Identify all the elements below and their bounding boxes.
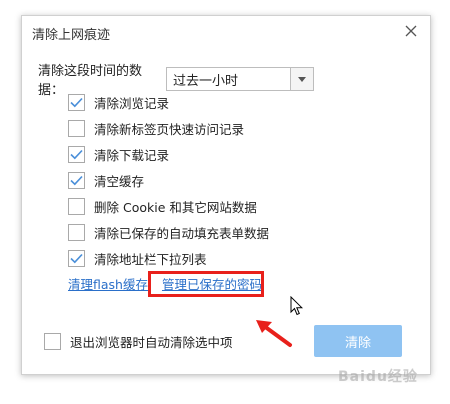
checkmark-icon (70, 97, 83, 107)
highlight-box (148, 271, 264, 297)
time-range-value: 过去一小时 (173, 73, 239, 89)
option-download-history[interactable]: 清除下载记录 (68, 144, 169, 164)
option-label: 清除地址栏下拉列表 (94, 251, 207, 267)
watermark: Baidu经验 (338, 369, 418, 385)
checkbox[interactable] (68, 119, 85, 137)
option-label: 清除下载记录 (94, 147, 170, 163)
option-cookies[interactable]: 删除 Cookie 和其它网站数据 (68, 196, 257, 216)
checkbox[interactable] (68, 171, 85, 189)
dialog-title: 清除上网痕迹 (32, 28, 111, 43)
chevron-down-icon (298, 76, 306, 82)
option-label: 删除 Cookie 和其它网站数据 (94, 199, 257, 215)
option-label: 清除已保存的自动填充表单数据 (94, 225, 270, 241)
option-clear-cache[interactable]: 清空缓存 (68, 170, 144, 190)
red-arrow-icon (256, 320, 292, 347)
checkbox[interactable] (68, 249, 85, 267)
option-new-tab-history[interactable]: 清除新标签页快速访问记录 (68, 118, 244, 138)
close-icon (405, 25, 417, 37)
auto-clear-label: 退出浏览器时自动清除选中项 (70, 335, 233, 350)
close-button[interactable] (400, 20, 422, 42)
clear-history-dialog: 清除上网痕迹 清除这段时间的数据： 过去一小时 清除浏览记录 清除新标签页快速访… (21, 15, 431, 375)
checkbox[interactable] (68, 197, 85, 215)
time-range-select[interactable]: 过去一小时 (166, 67, 314, 91)
dropdown-arrow[interactable] (290, 68, 313, 90)
checkmark-icon (70, 253, 83, 263)
option-label: 清空缓存 (94, 173, 145, 189)
option-address-bar[interactable]: 清除地址栏下拉列表 (68, 248, 207, 268)
clear-button[interactable]: 清除 (314, 325, 402, 357)
option-browsing-history[interactable]: 清除浏览记录 (68, 92, 169, 112)
checkbox[interactable] (68, 223, 85, 241)
auto-clear-option[interactable]: 退出浏览器时自动清除选中项 (44, 332, 233, 351)
checkmark-icon (70, 149, 83, 159)
checkbox[interactable] (44, 333, 61, 350)
checkmark-icon (70, 175, 83, 185)
clear-flash-link[interactable]: 清理flash缓存 (68, 274, 148, 293)
checkbox[interactable] (68, 145, 85, 163)
option-autofill[interactable]: 清除已保存的自动填充表单数据 (68, 222, 269, 242)
mouse-cursor-icon (290, 296, 304, 316)
option-label: 清除新标签页快速访问记录 (94, 121, 245, 137)
checkbox[interactable] (68, 93, 85, 111)
option-label: 清除浏览记录 (94, 95, 170, 111)
